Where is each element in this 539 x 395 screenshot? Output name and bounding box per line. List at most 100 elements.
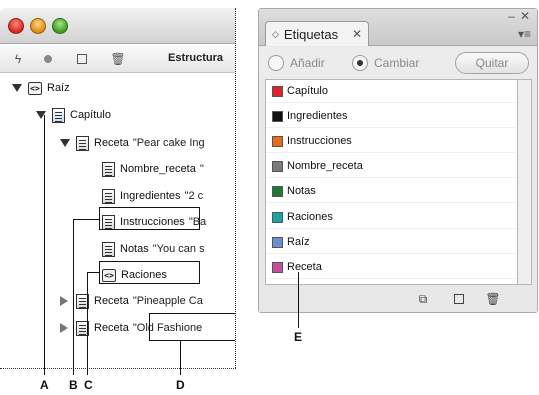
tags-button-row: Añadir Cambiar Quitar: [259, 47, 537, 79]
tree-row-label: Raíz: [47, 82, 70, 94]
tag-label: Capítulo: [287, 85, 328, 97]
trash-icon[interactable]: 🗑: [485, 291, 501, 307]
panel-collapse-icon[interactable]: – ✕: [508, 9, 531, 23]
tag-item-notas[interactable]: Notas: [266, 180, 517, 203]
tag-item-raiz[interactable]: Raíz: [266, 231, 517, 254]
tree-row-recipe-name[interactable]: Nombre_receta ": [102, 160, 204, 178]
callout-box-content: [149, 313, 235, 341]
new-element-icon[interactable]: [74, 51, 90, 67]
tree-row-notes[interactable]: Notas "You can s: [102, 240, 205, 258]
callout-box-servings: [99, 261, 200, 284]
callout-line-c-horz: [87, 272, 100, 273]
tree-row-label: Receta: [94, 322, 129, 334]
tree-row-label: Ingredientes: [120, 190, 181, 202]
new-tag-icon[interactable]: [451, 291, 467, 307]
tags-list: Capítulo Ingredientes Instrucciones Nomb…: [265, 79, 518, 285]
tree-row-label: Capítulo: [70, 109, 111, 121]
change-radio[interactable]: [352, 55, 368, 71]
tag-color-swatch: [272, 135, 283, 147]
tag-label: Ingredientes: [287, 110, 348, 122]
tag-item-receta[interactable]: Receta: [266, 256, 517, 279]
tag-color-swatch: [272, 85, 283, 97]
close-window-button[interactable]: [8, 18, 24, 34]
tree-row-root[interactable]: <> Raíz: [12, 79, 70, 97]
pane-edge-bottom: [0, 368, 236, 369]
callout-label-e: E: [294, 330, 303, 344]
document-icon: [76, 135, 89, 151]
tree-row-label: Nombre_receta: [120, 163, 196, 175]
tree-row-content: "Pineapple Ca: [132, 295, 203, 307]
callout-label-d: D: [176, 378, 185, 392]
tag-item-capitulo[interactable]: Capítulo: [266, 80, 517, 103]
tree-row-label: Notas: [120, 243, 149, 255]
tag-color-swatch: [272, 211, 283, 223]
tree-row-content: "You can s: [152, 243, 205, 255]
tree-row-content: "Pear cake Ing: [132, 137, 205, 149]
tag-item-instrucciones[interactable]: Instrucciones: [266, 130, 517, 153]
callout-label-b: B: [69, 378, 78, 392]
callout-box-instructions: [99, 207, 200, 230]
document-icon: [102, 241, 115, 257]
tree-row-recipe[interactable]: Receta "Pear cake Ing: [60, 134, 205, 152]
callout-line-d: [180, 341, 181, 375]
tag-color-swatch: [272, 160, 283, 172]
structure-root-icon: <>: [28, 81, 42, 95]
tag-label: Raciones: [287, 211, 333, 223]
tags-panel: ◇ Etiquetas ✕ – ✕ ▾≡ Añadir Cambiar Quit…: [258, 8, 538, 313]
tree-row-label: Receta: [94, 137, 129, 149]
tag-color-swatch: [272, 185, 283, 197]
tree-row-content: "2 c: [184, 190, 204, 202]
remove-button[interactable]: Quitar: [455, 52, 529, 74]
structure-titlebar: [0, 8, 235, 44]
tree-row-chapter[interactable]: Capítulo: [36, 106, 111, 124]
minimize-window-button[interactable]: [30, 18, 46, 34]
callout-line-c-vert: [87, 272, 88, 375]
tag-color-swatch: [272, 236, 283, 248]
tree-row-ingredients[interactable]: Ingredientes "2 c: [102, 187, 203, 205]
tag-item-ingredientes[interactable]: Ingredientes: [266, 105, 517, 128]
zoom-window-button[interactable]: [52, 18, 68, 34]
tag-color-swatch: [272, 261, 283, 273]
structure-toolbar: ϟ 🗑 Estructura: [0, 45, 235, 73]
pane-edge-right: [235, 8, 236, 368]
tag-label: Raíz: [287, 236, 310, 248]
tree-row-label: Receta: [94, 295, 129, 307]
close-tab-icon[interactable]: ✕: [352, 27, 362, 41]
tab-tags[interactable]: ◇ Etiquetas ✕: [265, 21, 369, 46]
tag-item-nombre-receta[interactable]: Nombre_receta: [266, 155, 517, 178]
tag-label: Instrucciones: [287, 135, 352, 147]
expand-triangle-icon[interactable]: [60, 139, 70, 147]
add-radio[interactable]: [268, 55, 284, 71]
trash-icon[interactable]: 🗑: [110, 51, 126, 67]
collapse-triangle-icon[interactable]: [60, 323, 68, 333]
autotag-icon[interactable]: ⧉: [415, 291, 431, 307]
tree-row-recipe-2[interactable]: Receta "Pineapple Ca: [60, 292, 203, 310]
toolbar-label: Estructura: [168, 52, 224, 64]
tab-tags-label: Etiquetas: [283, 26, 339, 42]
callout-line-b-horz: [73, 219, 100, 220]
document-icon: [102, 161, 115, 177]
dot-icon[interactable]: [40, 51, 56, 67]
tags-scrollbar[interactable]: [518, 79, 532, 285]
tree-row-content: ": [199, 163, 204, 175]
tag-label: Receta: [287, 261, 322, 273]
expand-triangle-icon[interactable]: [12, 84, 22, 92]
tags-tabbar: ◇ Etiquetas ✕ – ✕ ▾≡: [259, 9, 537, 46]
panel-menu-icon[interactable]: ▾≡: [518, 27, 531, 41]
tab-diamond-icon: ◇: [272, 28, 279, 39]
tag-label: Notas: [287, 185, 316, 197]
lightning-icon[interactable]: ϟ: [10, 51, 26, 67]
callout-label-c: C: [84, 378, 93, 392]
add-label: Añadir: [290, 56, 325, 70]
collapse-triangle-icon[interactable]: [60, 296, 68, 306]
tag-label: Nombre_receta: [287, 160, 363, 172]
callout-line-e: [298, 272, 299, 328]
tag-item-raciones[interactable]: Raciones: [266, 206, 517, 229]
change-label: Cambiar: [374, 56, 420, 70]
callout-label-a: A: [40, 378, 49, 392]
tags-footer: ⧉ 🗑: [259, 287, 537, 312]
callout-line-a: [44, 115, 45, 375]
document-icon: [102, 188, 115, 204]
callout-line-b-vert: [73, 219, 74, 375]
document-icon: [52, 107, 65, 123]
